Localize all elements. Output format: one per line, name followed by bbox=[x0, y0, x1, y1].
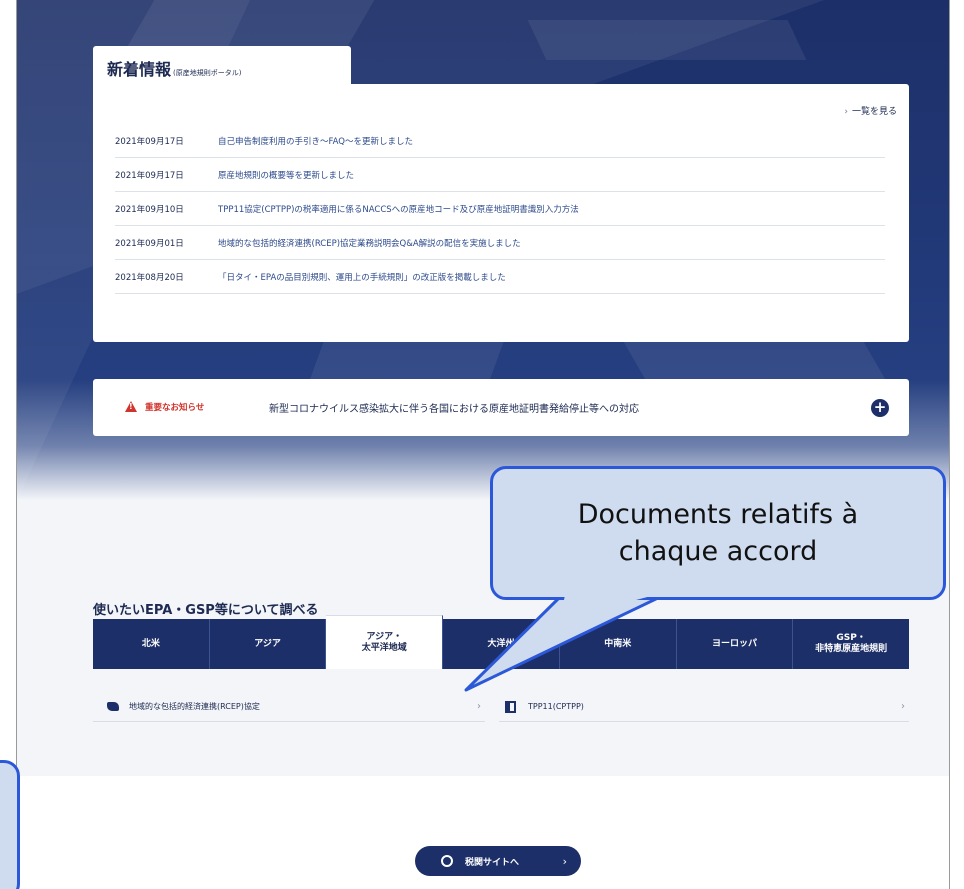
news-date: 2021年09月17日 bbox=[115, 170, 184, 181]
news-card: › 一覧を見る 2021年09月17日 自己申告制度利用の手引き～FAQ～を更新し… bbox=[93, 84, 909, 342]
plus-circle-icon[interactable]: + bbox=[871, 399, 889, 417]
tab-latin-america[interactable]: 中南米 bbox=[559, 619, 677, 669]
chevron-right-icon: › bbox=[477, 701, 481, 712]
tab-europe[interactable]: ヨーロッパ bbox=[676, 619, 794, 669]
document-item-rcep[interactable]: 地域的な包括的経済連携(RCEP)協定 › bbox=[93, 692, 485, 722]
callout-partial bbox=[0, 760, 20, 889]
news-item[interactable]: 2021年08月20日 「日タイ・EPAの品目別規則、運用上の手続規則」の改正版… bbox=[115, 260, 885, 294]
tab-gsp[interactable]: GSP・ 非特恵原産地規則 bbox=[793, 619, 910, 669]
callout-line-1: Documents relatifs à bbox=[577, 498, 859, 530]
news-text[interactable]: 原産地規則の概要等を更新しました bbox=[218, 169, 354, 181]
news-text[interactable]: TPP11協定(CPTPP)の税率適用に係るNACCSへの原産地コード及び原産地… bbox=[218, 203, 579, 215]
page-frame: 新着情報 (原産地規則ポータル) › 一覧を見る 2021年09月17日 自己申告制… bbox=[16, 0, 950, 889]
news-item[interactable]: 2021年09月01日 地域的な包括的経済連携(RCEP)協定業務説明会Q&A解… bbox=[115, 226, 885, 260]
customs-site-button[interactable]: 税関サイトへ › bbox=[415, 846, 581, 876]
document-item-tpp11[interactable]: TPP11(CPTPP) › bbox=[499, 692, 909, 722]
chevron-right-icon: › bbox=[844, 107, 848, 117]
news-date: 2021年09月01日 bbox=[115, 238, 184, 249]
news-text[interactable]: 地域的な包括的経済連携(RCEP)協定業務説明会Q&A解説の配信を実施しました bbox=[218, 237, 521, 249]
see-all-link[interactable]: › 一覧を見る bbox=[844, 104, 897, 117]
news-text[interactable]: 自己申告制度利用の手引き～FAQ～を更新しました bbox=[218, 135, 413, 147]
news-tab: 新着情報 (原産地規則ポータル) bbox=[93, 46, 351, 86]
news-item[interactable]: 2021年09月10日 TPP11協定(CPTPP)の税率適用に係るNACCSへ… bbox=[115, 192, 885, 226]
news-item[interactable]: 2021年09月17日 自己申告制度利用の手引き～FAQ～を更新しました bbox=[115, 124, 885, 158]
callout-line-2: chaque accord bbox=[618, 536, 818, 567]
tab-oceania[interactable]: 大洋州 bbox=[443, 619, 560, 669]
tab-asia[interactable]: アジア bbox=[209, 619, 327, 669]
section-title: 使いたいEPA・GSP等について調べる bbox=[93, 603, 319, 618]
news-subtitle: (原産地規則ポータル) bbox=[173, 69, 242, 77]
important-notice[interactable]: 重要なお知らせ 新型コロナウイルス感染拡大に伴う各国における原産地証明書発給停止… bbox=[93, 379, 909, 436]
book-icon bbox=[505, 700, 516, 713]
news-text[interactable]: 「日タイ・EPAの品目別規則、運用上の手続規則」の改正版を掲載しました bbox=[218, 271, 506, 283]
document-label: 地域的な包括的経済連携(RCEP)協定 bbox=[129, 702, 260, 711]
globe-icon bbox=[441, 855, 453, 867]
warning-icon bbox=[125, 401, 137, 412]
see-all-label: 一覧を見る bbox=[851, 107, 897, 117]
region-tabs: 北米 アジア アジア・ 太平洋地域 大洋州 中南米 ヨーロッパ GSP・ 非特恵… bbox=[93, 615, 910, 669]
document-list: 地域的な包括的経済連携(RCEP)協定 › TPP11(CPTPP) › bbox=[93, 692, 909, 722]
customs-site-label: 税関サイトへ bbox=[465, 857, 520, 868]
news-title: 新着情報 bbox=[107, 60, 172, 79]
tab-north-america[interactable]: 北米 bbox=[93, 619, 210, 669]
chevron-right-icon: › bbox=[901, 701, 905, 712]
news-item[interactable]: 2021年09月17日 原産地規則の概要等を更新しました bbox=[115, 158, 885, 192]
news-date: 2021年08月20日 bbox=[115, 272, 184, 283]
annotation-callout: Documents relatifs à chaque accord bbox=[490, 466, 946, 600]
chevron-right-icon: › bbox=[562, 854, 567, 868]
tab-asia-pacific[interactable]: アジア・ 太平洋地域 bbox=[326, 615, 444, 669]
notice-message[interactable]: 新型コロナウイルス感染拡大に伴う各国における原産地証明書発給停止等への対応 bbox=[269, 400, 639, 415]
handshake-icon bbox=[107, 702, 119, 711]
notice-label: 重要なお知らせ bbox=[145, 403, 205, 413]
news-list: 2021年09月17日 自己申告制度利用の手引き～FAQ～を更新しました 202… bbox=[115, 124, 885, 294]
news-date: 2021年09月17日 bbox=[115, 136, 184, 147]
news-date: 2021年09月10日 bbox=[115, 204, 184, 215]
document-label: TPP11(CPTPP) bbox=[528, 702, 584, 711]
